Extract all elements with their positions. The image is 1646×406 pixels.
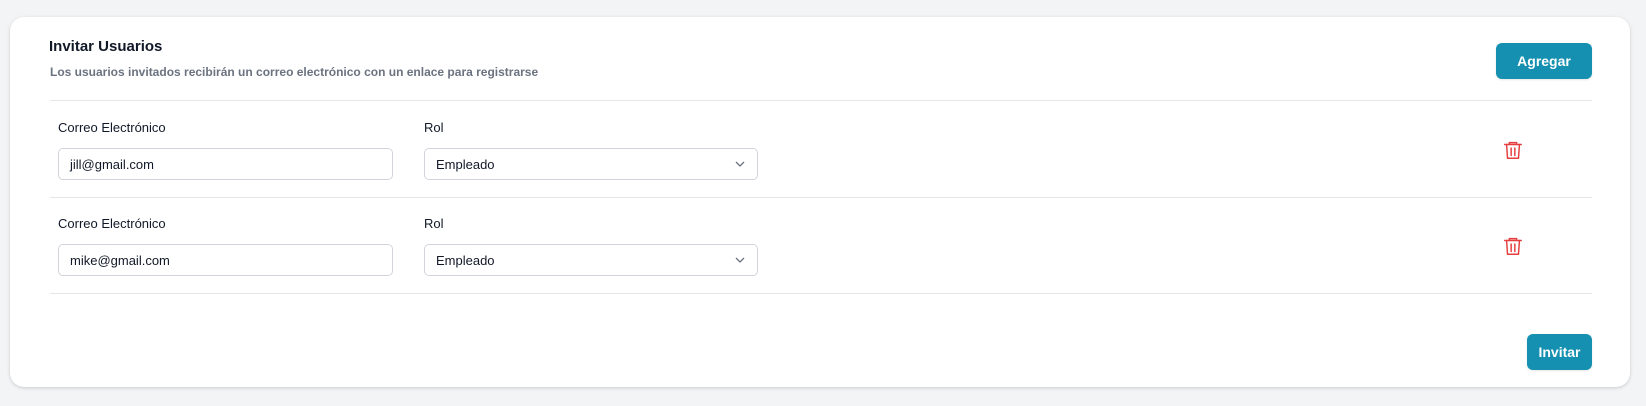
divider: [50, 293, 1592, 294]
role-value: Empleado: [436, 252, 495, 268]
role-label: Rol: [424, 120, 444, 135]
email-value: jill@gmail.com: [70, 156, 154, 172]
invite-button[interactable]: Invitar: [1527, 334, 1592, 370]
email-field[interactable]: jill@gmail.com: [58, 148, 393, 180]
email-label: Correo Electrónico: [58, 216, 166, 231]
email-field[interactable]: mike@gmail.com: [58, 244, 393, 276]
card-subtitle: Los usuarios invitados recibirán un corr…: [50, 65, 539, 79]
invite-row: Correo Electrónico mike@gmail.com Rol Em…: [50, 197, 1592, 293]
role-select[interactable]: Empleado: [424, 148, 758, 180]
trash-icon[interactable]: [1502, 235, 1524, 257]
invite-users-card: Invitar Usuarios Los usuarios invitados …: [10, 17, 1630, 387]
chevron-down-icon: [735, 161, 745, 167]
card-title: Invitar Usuarios: [49, 38, 163, 55]
invite-row: Correo Electrónico jill@gmail.com Rol Em…: [50, 101, 1592, 197]
chevron-down-icon: [735, 257, 745, 263]
trash-icon[interactable]: [1502, 139, 1524, 161]
role-label: Rol: [424, 216, 444, 231]
email-value: mike@gmail.com: [70, 252, 170, 268]
add-button[interactable]: Agregar: [1496, 43, 1592, 79]
role-value: Empleado: [436, 156, 495, 172]
email-label: Correo Electrónico: [58, 120, 166, 135]
role-select[interactable]: Empleado: [424, 244, 758, 276]
